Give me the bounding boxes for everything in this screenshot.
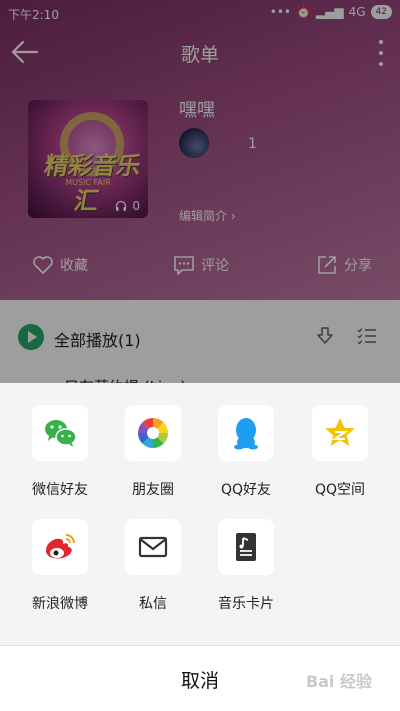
qzone-icon-box (312, 405, 368, 461)
qq-icon-box (218, 405, 274, 461)
baidu-watermark: Bai 经验 (305, 672, 372, 691)
moments-icon (138, 418, 168, 448)
share-label: 朋友圈 (132, 482, 174, 498)
share-private-message[interactable]: 私信 (107, 497, 199, 612)
wechat-icon (45, 420, 77, 447)
mail-icon-box (125, 519, 181, 575)
share-qzone[interactable]: QQ空间 (294, 383, 386, 498)
share-qq-friend[interactable]: QQ好友 (200, 383, 292, 498)
share-moments[interactable]: 朋友圈 (107, 383, 199, 498)
share-wechat-friend[interactable]: 微信好友 (14, 383, 106, 498)
share-label: QQ好友 (220, 482, 272, 498)
qzone-icon (325, 418, 355, 446)
moments-icon-box (125, 405, 181, 461)
wechat-icon-box (32, 405, 88, 461)
share-music-card[interactable]: 音乐卡片 (200, 497, 292, 612)
weibo-icon-box (32, 519, 88, 575)
qq-icon (234, 418, 258, 450)
share-sheet: 微信好友 朋友圈 QQ好友 QQ空间 新浪微博 私信 音乐卡片 取消 Bai 经… (0, 383, 400, 711)
share-label: 私信 (139, 596, 167, 612)
share-label: QQ空间 (314, 482, 366, 498)
share-label: 音乐卡片 (218, 596, 274, 612)
weibo-icon (46, 534, 75, 559)
share-weibo[interactable]: 新浪微博 (14, 497, 106, 612)
music-card-icon (236, 533, 256, 561)
music-card-icon-box (218, 519, 274, 575)
mail-icon (138, 536, 168, 558)
share-label: 微信好友 (32, 482, 88, 498)
share-label: 新浪微博 (32, 596, 88, 612)
cancel-button[interactable]: 取消 Bai 经验 (0, 645, 400, 711)
share-grid: 微信好友 朋友圈 QQ好友 QQ空间 新浪微博 私信 音乐卡片 (0, 383, 400, 645)
